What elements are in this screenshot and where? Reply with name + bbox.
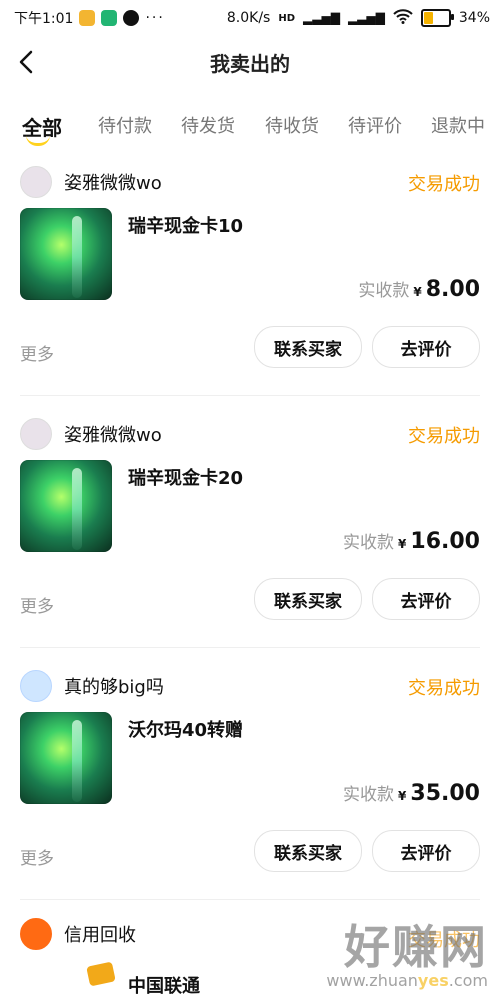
more-link[interactable]: 更多 [20, 844, 54, 869]
avatar [20, 918, 52, 950]
order-card[interactable]: 真的够big吗 交易成功 沃尔玛40转赠 实收款 ¥ 35.00 更多 联系买家… [0, 664, 500, 904]
watermark-url: www.zhuanyes.com [326, 971, 488, 990]
seller-row[interactable]: 信用回收 [20, 918, 136, 950]
contact-buyer-button[interactable]: 联系买家 [254, 578, 362, 620]
more-link[interactable]: 更多 [20, 592, 54, 617]
seller-name: 姿雅微微wo [64, 173, 162, 194]
network-speed: 8.0K/s [226, 10, 271, 26]
divider [20, 899, 480, 900]
divider [20, 647, 480, 648]
price-row: 实收款 ¥ 8.00 [358, 276, 480, 302]
tab-pending-shipment[interactable]: 待发货 [181, 112, 235, 138]
status-badge: 交易成功 [408, 174, 480, 195]
more-link[interactable]: 更多 [20, 340, 54, 365]
price-amount: 8.00 [425, 277, 480, 302]
avatar [20, 418, 52, 450]
status-left: 下午1:01 ··· [14, 8, 165, 28]
tab-pending-payment[interactable]: 待付款 [98, 112, 152, 138]
watermark-url-prefix: www.zhuan [326, 971, 418, 990]
price-amount: 35.00 [410, 781, 480, 806]
product-title[interactable]: 瑞辛现金卡10 [128, 212, 243, 238]
status-bar: 下午1:01 ··· 8.0K/s HD ▂▃▅▇ ▂▃▅▇ 34% [0, 0, 500, 34]
price-row: 实收款 ¥ 35.00 [343, 780, 480, 806]
seller-name: 真的够big吗 [64, 677, 164, 698]
page-title: 我卖出的 [210, 52, 290, 76]
review-button[interactable]: 去评价 [372, 326, 480, 368]
hd-icon: HD [278, 12, 296, 24]
watermark-url-highlight: yes [417, 971, 449, 990]
qq-icon [123, 10, 140, 26]
product-thumbnail[interactable] [20, 460, 112, 552]
seller-row[interactable]: 姿雅微微wo [20, 166, 162, 198]
price-label: 实收款 [343, 533, 395, 553]
status-badge: 交易成功 [408, 678, 480, 699]
signal-icon-2: ▂▃▅▇ [347, 11, 385, 25]
product-thumbnail[interactable] [20, 712, 112, 804]
tab-refunding[interactable]: 退款中 [431, 112, 485, 138]
notification-app-icon [79, 10, 96, 26]
watermark: 好赚网 www.zhuanyes.com [326, 911, 488, 990]
status-right: 8.0K/s HD ▂▃▅▇ ▂▃▅▇ 34% [227, 8, 490, 28]
more-notifications-icon: ··· [145, 10, 165, 26]
active-tab-indicator [26, 135, 50, 146]
status-badge: 交易成功 [408, 426, 480, 447]
contact-buyer-button[interactable]: 联系买家 [254, 326, 362, 368]
order-tabs: 全部 待付款 待发货 待收货 待评价 退款中 [0, 100, 500, 150]
order-card[interactable]: 姿雅微微wo 交易成功 瑞辛现金卡10 实收款 ¥ 8.00 更多 联系买家 去… [0, 160, 500, 400]
avatar [20, 166, 52, 198]
currency-symbol: ¥ [398, 789, 407, 803]
product-title[interactable]: 沃尔玛40转赠 [128, 716, 243, 742]
battery-percent: 34% [458, 10, 490, 26]
price-label: 实收款 [358, 281, 410, 301]
avatar [20, 670, 52, 702]
notification-shield-icon [101, 10, 118, 26]
review-button[interactable]: 去评价 [372, 578, 480, 620]
currency-symbol: ¥ [398, 537, 407, 551]
product-icon [86, 961, 116, 987]
seller-name: 信用回收 [64, 925, 136, 946]
page-header: 我卖出的 [0, 34, 500, 90]
product-title[interactable]: 中国联通 [128, 972, 200, 998]
order-card[interactable]: 姿雅微微wo 交易成功 瑞辛现金卡20 实收款 ¥ 16.00 更多 联系买家 … [0, 412, 500, 652]
seller-row[interactable]: 真的够big吗 [20, 670, 164, 702]
seller-row[interactable]: 姿雅微微wo [20, 418, 162, 450]
product-thumbnail[interactable] [20, 208, 112, 300]
price-row: 实收款 ¥ 16.00 [343, 528, 480, 554]
currency-symbol: ¥ [413, 285, 422, 299]
divider [20, 395, 480, 396]
battery-icon [420, 9, 454, 27]
watermark-title: 好赚网 [344, 920, 488, 974]
review-button[interactable]: 去评价 [372, 830, 480, 872]
tab-pending-receipt[interactable]: 待收货 [265, 112, 319, 138]
wifi-icon [393, 8, 413, 28]
price-label: 实收款 [343, 785, 395, 805]
contact-buyer-button[interactable]: 联系买家 [254, 830, 362, 872]
watermark-url-suffix: .com [448, 971, 488, 990]
signal-icon: ▂▃▅▇ [303, 11, 340, 25]
status-time: 下午1:01 [14, 11, 74, 27]
tab-pending-review[interactable]: 待评价 [348, 112, 402, 138]
price-amount: 16.00 [410, 529, 480, 554]
seller-name: 姿雅微微wo [64, 425, 162, 446]
product-title[interactable]: 瑞辛现金卡20 [128, 464, 243, 490]
